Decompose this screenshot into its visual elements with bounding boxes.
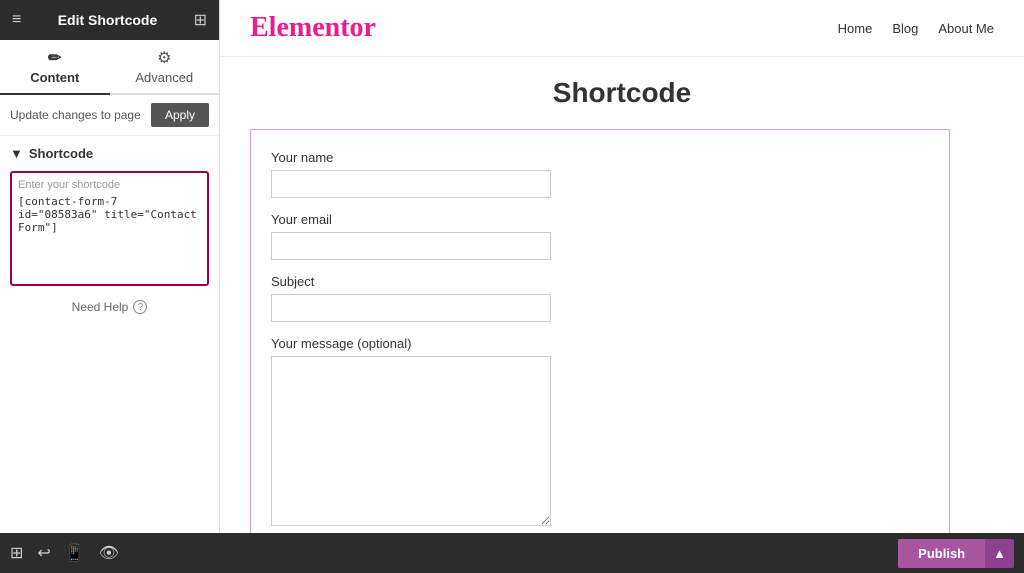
label-name: Your name <box>271 150 929 165</box>
tab-content-label: Content <box>30 70 79 85</box>
history-icon[interactable]: ↩ <box>37 543 50 563</box>
bottom-icons: ⊞ ↩ 📱 👁 <box>10 543 119 563</box>
right-content: Elementor Home Blog About Me Shortcode Y… <box>220 0 1024 533</box>
section-arrow: ▼ <box>10 146 23 161</box>
pencil-icon: ✏ <box>0 48 110 68</box>
label-subject: Subject <box>271 274 929 289</box>
need-help-text: Need Help <box>72 300 129 314</box>
apply-button[interactable]: Apply <box>151 103 209 127</box>
tab-advanced[interactable]: ⚙ Advanced <box>110 40 220 93</box>
layers-icon[interactable]: ⊞ <box>10 543 23 563</box>
shortcode-input[interactable] <box>18 195 201 275</box>
field-name: Your name <box>271 150 929 198</box>
nav-about[interactable]: About Me <box>938 21 994 36</box>
input-name[interactable] <box>271 170 551 198</box>
panel-title: Edit Shortcode <box>21 12 193 28</box>
panel-header: ≡ Edit Shortcode ⊞ <box>0 0 219 40</box>
help-icon: ? <box>133 300 147 314</box>
page-title: Shortcode <box>250 77 994 109</box>
nav-home[interactable]: Home <box>838 21 873 36</box>
publish-button[interactable]: Publish <box>898 539 985 568</box>
shortcode-section: ▼ Shortcode Enter your shortcode Need He… <box>0 136 219 324</box>
input-subject[interactable] <box>271 294 551 322</box>
update-text: Update changes to page <box>10 108 141 122</box>
input-email[interactable] <box>271 232 551 260</box>
nav-blog[interactable]: Blog <box>892 21 918 36</box>
preview-icon[interactable]: 👁 <box>99 543 119 563</box>
gear-icon: ⚙ <box>110 48 220 68</box>
grid-icon[interactable]: ⊞ <box>194 10 207 30</box>
shortcode-placeholder-label: Enter your shortcode <box>18 179 201 191</box>
hamburger-icon[interactable]: ≡ <box>12 11 21 29</box>
field-subject: Subject <box>271 274 929 322</box>
site-header: Elementor Home Blog About Me <box>220 0 1024 57</box>
section-header[interactable]: ▼ Shortcode <box>10 146 209 161</box>
field-message: Your message (optional) <box>271 336 929 526</box>
publish-chevron[interactable]: ▲ <box>985 539 1014 568</box>
site-logo: Elementor <box>250 12 376 44</box>
shortcode-textarea-wrapper: Enter your shortcode <box>10 171 209 286</box>
update-bar: Update changes to page Apply <box>0 95 219 136</box>
responsive-icon[interactable]: 📱 <box>65 543 85 563</box>
label-email: Your email <box>271 212 929 227</box>
input-message[interactable] <box>271 356 551 526</box>
publish-wrapper: Publish ▲ <box>898 539 1014 568</box>
tab-advanced-label: Advanced <box>135 70 193 85</box>
need-help[interactable]: Need Help ? <box>10 300 209 314</box>
left-panel: ≡ Edit Shortcode ⊞ ✏ Content ⚙ Advanced … <box>0 0 220 533</box>
bottom-bar: ⊞ ↩ 📱 👁 Publish ▲ <box>0 533 1024 573</box>
site-nav: Home Blog About Me <box>838 21 994 36</box>
label-message: Your message (optional) <box>271 336 929 351</box>
section-title: Shortcode <box>29 146 93 161</box>
page-content: Shortcode Your name Your email Subject <box>220 57 1024 533</box>
contact-form: Your name Your email Subject Your messag… <box>250 129 950 533</box>
panel-tabs: ✏ Content ⚙ Advanced <box>0 40 219 95</box>
field-email: Your email <box>271 212 929 260</box>
tab-content[interactable]: ✏ Content <box>0 40 110 95</box>
